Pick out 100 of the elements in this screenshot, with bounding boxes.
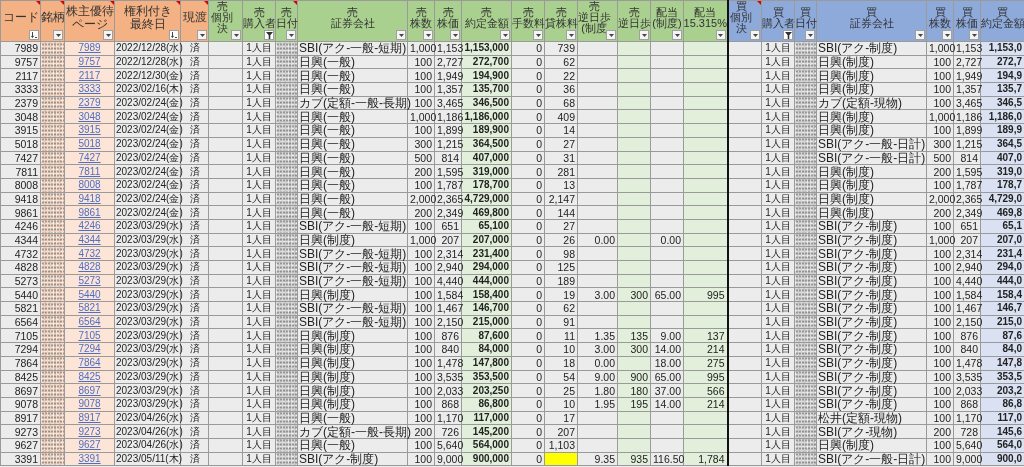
stock-link[interactable]: 5273	[78, 275, 101, 287]
filter-dropdown-button[interactable]	[29, 30, 39, 40]
table-cell: 1,584	[434, 287, 462, 302]
header-label: (制度)	[652, 17, 682, 29]
filter-dropdown-button[interactable]	[396, 30, 406, 40]
filter-dropdown-button[interactable]	[672, 30, 682, 40]
filter-dropdown-button[interactable]	[264, 30, 274, 40]
stock-link[interactable]: 9627	[78, 439, 101, 451]
caret-icon	[641, 33, 647, 37]
stock-link[interactable]: 7989	[78, 42, 101, 54]
header-label: 配当	[694, 6, 717, 18]
header-label: (制度	[581, 23, 607, 34]
caret-icon	[752, 33, 758, 37]
stock-link[interactable]: 7864	[78, 357, 101, 369]
filter-dropdown-button[interactable]	[500, 30, 510, 40]
stock-link[interactable]: 8425	[78, 370, 101, 382]
stock-link[interactable]: 5018	[78, 138, 101, 150]
filter-dropdown-button[interactable]	[783, 30, 793, 40]
stock-link[interactable]: 7427	[78, 151, 101, 163]
header-label: 売	[415, 6, 427, 18]
stock-link[interactable]: 3915	[78, 124, 101, 136]
header-label: 売	[481, 6, 492, 18]
header-label: 日付	[794, 17, 817, 29]
header-label: 買	[934, 6, 946, 18]
header-label: 決	[735, 23, 747, 34]
caret-icon	[425, 33, 431, 37]
caret-icon	[674, 33, 680, 37]
stock-link[interactable]: 9273	[78, 425, 101, 437]
stock-link[interactable]: 3391	[78, 452, 101, 464]
filter-dropdown-button[interactable]	[566, 30, 576, 40]
filter-dropdown-button[interactable]	[450, 30, 460, 40]
caret-icon	[807, 33, 813, 37]
header-label: 証券会社	[849, 17, 894, 29]
stock-link[interactable]: 7105	[78, 329, 101, 341]
stock-link[interactable]: 4246	[78, 220, 101, 232]
filter-dropdown-button[interactable]	[969, 30, 979, 40]
stock-link[interactable]: 8917	[78, 411, 101, 423]
filter-dropdown-button[interactable]	[231, 30, 241, 40]
header-label: 売	[522, 6, 534, 18]
header-label: 買	[961, 6, 973, 18]
header-label: 売	[628, 6, 640, 18]
header-label: 個別	[211, 12, 233, 23]
header-label: 15.315%	[683, 17, 727, 29]
header-label: 決	[216, 23, 228, 34]
header-label: 手数料	[511, 17, 545, 29]
filter-dropdown-button[interactable]	[53, 30, 63, 40]
stock-link[interactable]: 5821	[78, 302, 101, 314]
caret-icon	[917, 33, 923, 37]
filter-dropdown-button[interactable]	[915, 30, 925, 40]
filter-dropdown-button[interactable]	[805, 30, 815, 40]
header-label: 買	[866, 6, 877, 18]
stock-link[interactable]: 5440	[78, 288, 101, 300]
filter-dropdown-button[interactable]	[639, 30, 649, 40]
stock-link[interactable]: 7294	[78, 343, 101, 355]
stock-link[interactable]: 4344	[78, 233, 101, 245]
stock-link[interactable]: 3333	[78, 83, 101, 95]
stock-link[interactable]: 2379	[78, 97, 101, 109]
header-label: 株数	[929, 17, 951, 29]
filter-dropdown-button[interactable]	[750, 30, 760, 40]
filter-dropdown-button[interactable]	[197, 30, 207, 40]
caret-icon	[568, 33, 574, 37]
stock-link[interactable]: 2117	[78, 69, 101, 81]
header-label: 株主優待	[65, 4, 114, 18]
stock-link[interactable]: 9861	[78, 206, 101, 218]
header-label: 売	[281, 6, 292, 18]
caret-icon	[398, 33, 404, 37]
caret-icon	[233, 33, 239, 37]
header-label: 逆日歩	[577, 12, 611, 23]
header-label: 最終日	[129, 17, 166, 31]
caret-icon	[199, 33, 205, 37]
filter-dropdown-button[interactable]	[169, 30, 179, 40]
filter-dropdown-button[interactable]	[103, 30, 113, 40]
sort-arrow-icon	[31, 32, 37, 38]
stock-link[interactable]: 9418	[78, 192, 101, 204]
stock-link[interactable]: 4732	[78, 247, 101, 259]
stock-link[interactable]: 7811	[78, 165, 101, 177]
filter-dropdown-button[interactable]	[715, 30, 726, 40]
header-label: 購入者	[242, 17, 276, 29]
header-label: ページ	[71, 17, 108, 31]
filter-dropdown-button[interactable]	[942, 30, 952, 40]
stock-link[interactable]: 8008	[78, 179, 101, 191]
filter-dropdown-button[interactable]	[606, 30, 616, 40]
stock-link[interactable]: 8697	[78, 384, 101, 396]
stock-link[interactable]: 6564	[78, 316, 101, 328]
stock-link[interactable]: 9757	[78, 56, 101, 68]
header-label: 貸株料	[544, 17, 578, 29]
filter-icon	[784, 31, 792, 39]
stock-link[interactable]: 9078	[78, 398, 101, 410]
header-label: 購入者	[761, 17, 795, 29]
header-label: 約定金額	[980, 17, 1024, 29]
sort-arrow-icon	[171, 32, 177, 38]
filter-dropdown-button[interactable]	[286, 30, 296, 40]
filter-dropdown-button[interactable]	[533, 30, 543, 40]
filter-dropdown-button[interactable]	[423, 30, 433, 40]
header-label: 配当	[656, 6, 678, 18]
header-label: コード	[2, 11, 39, 24]
stock-link[interactable]: 3048	[78, 110, 101, 122]
header-label: 約定金額	[464, 17, 509, 29]
caret-icon	[452, 33, 458, 37]
stock-link[interactable]: 4828	[78, 261, 101, 273]
